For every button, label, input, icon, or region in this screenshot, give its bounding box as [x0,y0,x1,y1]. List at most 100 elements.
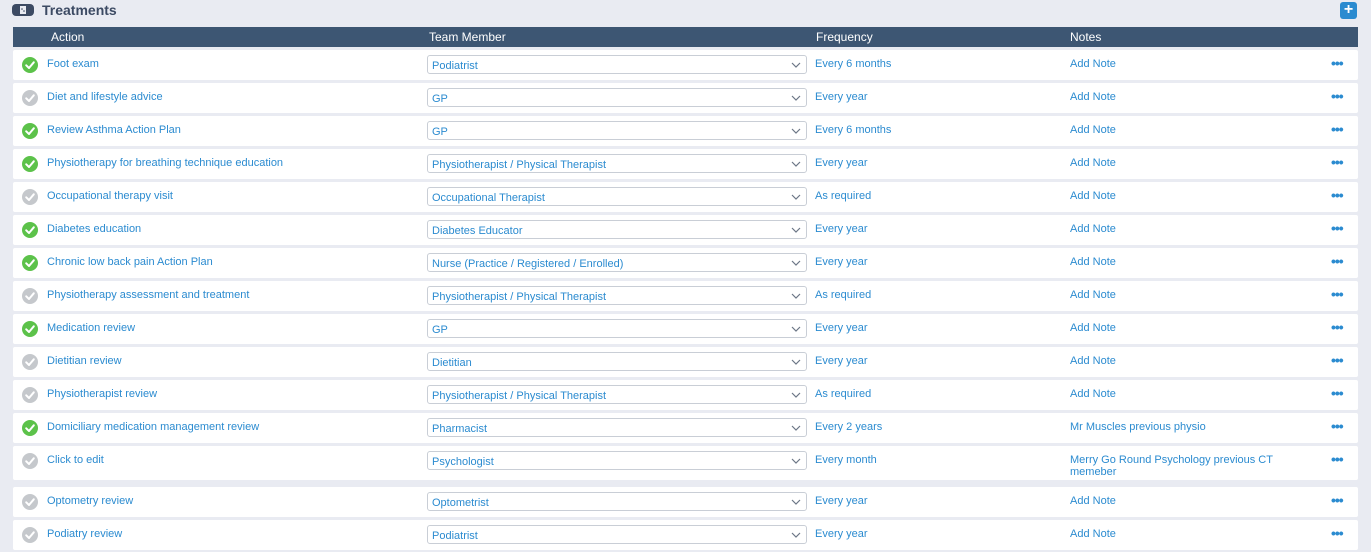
table-row: Medication review GP Every year Add Note ••• [13,314,1358,344]
team-member-select[interactable]: GP [427,319,807,338]
notes-link[interactable]: Add Note [1070,190,1300,202]
team-member-select[interactable]: Psychologist [427,451,807,470]
notes-link[interactable]: Add Note [1070,388,1300,400]
check-complete-icon[interactable] [22,222,38,238]
action-link[interactable]: Review Asthma Action Plan [47,124,181,136]
more-options-icon[interactable]: ••• [1331,154,1344,170]
notes-link[interactable]: Mr Muscles previous physio [1070,421,1300,433]
check-pending-icon[interactable] [22,387,38,403]
chevron-down-icon [791,260,801,266]
action-link[interactable]: Click to edit [47,454,104,466]
section-title: Treatments [42,2,117,18]
team-member-select[interactable]: Podiatrist [427,55,807,74]
notes-link[interactable]: Add Note [1070,355,1300,367]
notes-link[interactable]: Add Note [1070,289,1300,301]
team-member-value: GP [432,324,448,336]
action-link[interactable]: Foot exam [47,58,99,70]
team-member-select[interactable]: Optometrist [427,492,807,511]
team-member-select[interactable]: Diabetes Educator [427,220,807,239]
check-pending-icon[interactable] [22,494,38,510]
more-options-icon[interactable]: ••• [1331,525,1344,541]
more-options-icon[interactable]: ••• [1331,253,1344,269]
check-pending-icon[interactable] [22,527,38,543]
action-link[interactable]: Physiotherapy for breathing technique ed… [47,157,283,169]
chevron-down-icon [791,458,801,464]
check-complete-icon[interactable] [22,255,38,271]
check-pending-icon[interactable] [22,288,38,304]
team-member-select[interactable]: Physiotherapist / Physical Therapist [427,385,807,404]
notes-link[interactable]: Merry Go Round Psychology previous CT me… [1070,454,1300,478]
team-member-value: Podiatrist [432,60,478,72]
notes-link[interactable]: Add Note [1070,322,1300,334]
team-member-select[interactable]: Occupational Therapist [427,187,807,206]
notes-link[interactable]: Add Note [1070,157,1300,169]
frequency-text: Every year [815,495,868,507]
more-options-icon[interactable]: ••• [1331,55,1344,71]
chevron-down-icon [791,499,801,505]
more-options-icon[interactable]: ••• [1331,88,1344,104]
more-options-icon[interactable]: ••• [1331,121,1344,137]
chevron-down-icon [791,62,801,68]
action-link[interactable]: Chronic low back pain Action Plan [47,256,213,268]
action-link[interactable]: Domiciliary medication management review [47,421,259,433]
action-link[interactable]: Optometry review [47,495,133,507]
chevron-down-icon [791,359,801,365]
chevron-down-icon [791,95,801,101]
notes-link[interactable]: Add Note [1070,58,1300,70]
team-member-value: Psychologist [432,456,494,468]
chevron-down-icon [791,128,801,134]
check-complete-icon[interactable] [22,420,38,436]
check-pending-icon[interactable] [22,90,38,106]
add-treatment-button[interactable]: + [1340,2,1357,19]
more-options-icon[interactable]: ••• [1331,352,1344,368]
more-options-icon[interactable]: ••• [1331,451,1344,467]
frequency-text: Every year [815,322,868,334]
action-link[interactable]: Dietitian review [47,355,122,367]
team-member-select[interactable]: GP [427,121,807,140]
more-options-icon[interactable]: ••• [1331,286,1344,302]
check-complete-icon[interactable] [22,156,38,172]
team-member-select[interactable]: Podiatrist [427,525,807,544]
team-member-select[interactable]: Physiotherapist / Physical Therapist [427,286,807,305]
action-link[interactable]: Podiatry review [47,528,122,540]
team-member-value: GP [432,93,448,105]
notes-link[interactable]: Add Note [1070,91,1300,103]
check-pending-icon[interactable] [22,189,38,205]
team-member-select[interactable]: Dietitian [427,352,807,371]
frequency-text: As required [815,190,872,202]
more-options-icon[interactable]: ••• [1331,492,1344,508]
action-link[interactable]: Physiotherapist review [47,388,157,400]
check-complete-icon[interactable] [22,321,38,337]
more-options-icon[interactable]: ••• [1331,385,1344,401]
notes-link[interactable]: Add Note [1070,495,1300,507]
frequency-text: Every year [815,355,868,367]
check-pending-icon[interactable] [22,354,38,370]
action-link[interactable]: Diet and lifestyle advice [47,91,163,103]
team-member-value: Diabetes Educator [432,225,523,237]
check-complete-icon[interactable] [22,57,38,73]
team-member-select[interactable]: Nurse (Practice / Registered / Enrolled) [427,253,807,272]
more-options-icon[interactable]: ••• [1331,319,1344,335]
action-link[interactable]: Physiotherapy assessment and treatment [47,289,249,301]
check-complete-icon[interactable] [22,123,38,139]
notes-link[interactable]: Add Note [1070,124,1300,136]
more-options-icon[interactable]: ••• [1331,187,1344,203]
frequency-text: Every 2 years [815,421,883,433]
notes-link[interactable]: Add Note [1070,223,1300,235]
team-member-select[interactable]: Pharmacist [427,418,807,437]
team-member-select[interactable]: GP [427,88,807,107]
table-row: Optometry review Optometrist Every year Add… [13,487,1358,517]
notes-link[interactable]: Add Note [1070,528,1300,540]
action-link[interactable]: Occupational therapy visit [47,190,173,202]
table-row: Podiatry review Podiatrist Every year Add N… [13,520,1358,550]
table-row: Click to edit Psychologist Every month Merr… [13,446,1358,480]
notes-link[interactable]: Add Note [1070,256,1300,268]
more-options-icon[interactable]: ••• [1331,418,1344,434]
action-link[interactable]: Medication review [47,322,135,334]
section-header: Treatments + [0,0,1371,24]
team-member-select[interactable]: Physiotherapist / Physical Therapist [427,154,807,173]
more-options-icon[interactable]: ••• [1331,220,1344,236]
team-member-value: Optometrist [432,497,489,509]
action-link[interactable]: Diabetes education [47,223,141,235]
check-pending-icon[interactable] [22,453,38,469]
